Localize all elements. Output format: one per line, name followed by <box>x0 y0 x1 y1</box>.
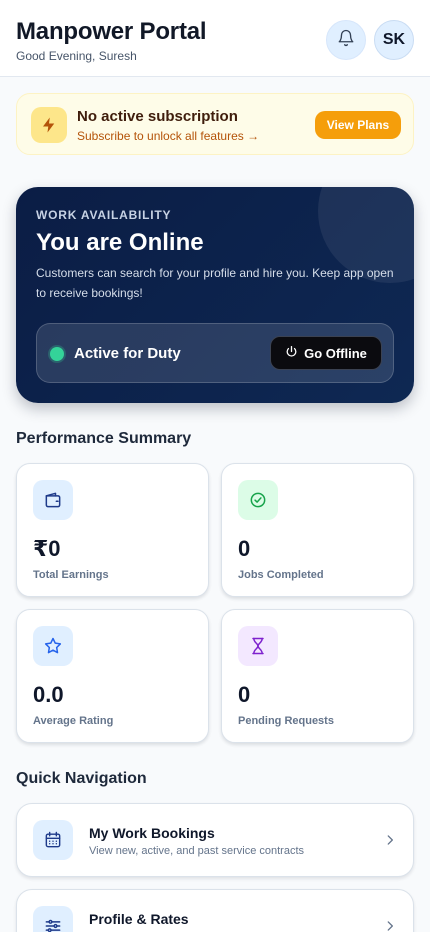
stat-label: Pending Requests <box>238 715 334 727</box>
availability-card: WORK AVAILABILITY You are Online Custome… <box>16 187 414 403</box>
stat-value: 0.0 <box>33 682 64 707</box>
nav-item-title: Profile & Rates <box>89 911 189 927</box>
availability-status-title: You are Online <box>36 229 204 256</box>
stat-label: Average Rating <box>33 715 114 727</box>
nav-item-subtitle: View new, active, and past service contr… <box>89 845 305 857</box>
bell-icon <box>337 29 355 52</box>
star-icon <box>33 626 73 666</box>
stat-label: Jobs Completed <box>238 569 324 581</box>
stat-value: 0 <box>238 536 251 561</box>
stat-value: ₹0 <box>33 536 61 561</box>
duty-status-panel: Active for Duty Go Offline <box>36 323 394 383</box>
app-header: Manpower Portal Good Evening, Suresh SK <box>0 0 430 77</box>
quick-nav-section-title: Quick Navigation <box>16 770 147 787</box>
online-status-dot <box>50 347 64 361</box>
subscription-banner: No active subscription Subscribe to unlo… <box>16 93 414 155</box>
availability-eyebrow: WORK AVAILABILITY <box>36 208 172 222</box>
subscription-link[interactable]: Subscribe to unlock all features → <box>77 129 259 143</box>
stat-card-pending[interactable]: 0 Pending Requests <box>221 609 414 743</box>
bolt-icon <box>31 107 67 143</box>
nav-item-title: My Work Bookings <box>89 825 215 841</box>
hourglass-icon <box>238 626 278 666</box>
availability-description: Customers can search for your profile an… <box>36 266 394 300</box>
stat-card-rating[interactable]: 0.0 Average Rating <box>16 609 209 743</box>
greeting-text: Good Evening, Suresh <box>16 49 137 63</box>
power-icon <box>285 345 298 361</box>
nav-item-work-bookings[interactable]: My Work Bookings View new, active, and p… <box>16 803 414 877</box>
notifications-button[interactable] <box>326 20 366 60</box>
profile-avatar[interactable]: SK <box>374 20 414 60</box>
stat-label: Total Earnings <box>33 569 109 581</box>
app-title: Manpower Portal <box>16 18 207 45</box>
stat-value: 0 <box>238 682 251 707</box>
stat-card-jobs[interactable]: 0 Jobs Completed <box>221 463 414 597</box>
view-plans-button[interactable]: View Plans <box>315 111 401 139</box>
nav-item-profile-rates[interactable]: Profile & Rates <box>16 889 414 932</box>
duty-status-label: Active for Duty <box>74 345 181 362</box>
check-badge-icon <box>238 480 278 520</box>
chevron-right-icon <box>381 831 399 849</box>
go-offline-label: Go Offline <box>304 345 367 361</box>
go-offline-button[interactable]: Go Offline <box>270 336 382 370</box>
chevron-right-icon <box>381 917 399 932</box>
stat-card-earnings[interactable]: ₹0 Total Earnings <box>16 463 209 597</box>
calendar-icon <box>33 820 73 860</box>
performance-section-title: Performance Summary <box>16 430 192 447</box>
wallet-icon <box>33 480 73 520</box>
sliders-icon <box>33 906 73 932</box>
subscription-title: No active subscription <box>77 108 238 125</box>
